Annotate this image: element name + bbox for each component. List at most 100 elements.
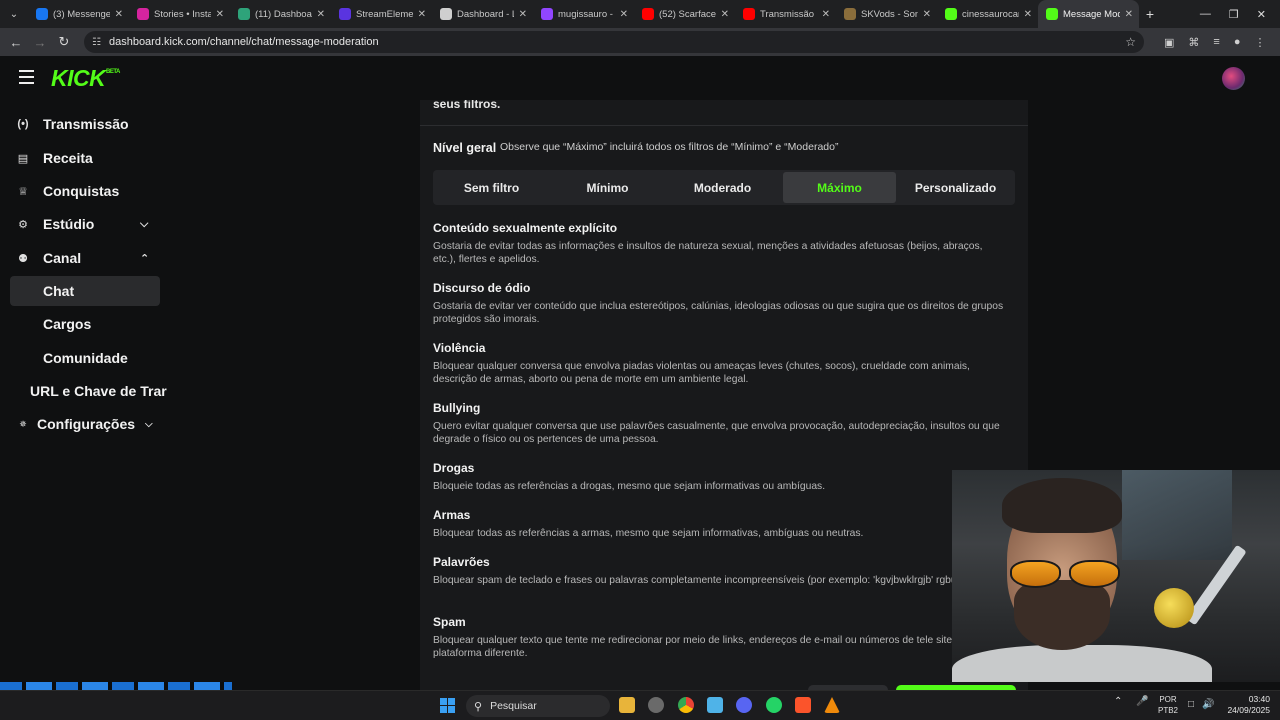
back-icon[interactable]: ← (4, 35, 28, 50)
tab-close-icon[interactable]: ✕ (1024, 9, 1032, 20)
studio-icon: ⚙ (18, 218, 28, 231)
keyboard-layout: PTB2 (1158, 706, 1179, 715)
tab-search-icon[interactable]: ⌄ (0, 0, 28, 28)
avatar[interactable] (1222, 67, 1245, 90)
category-description: Bloquear qualquer texto que tente me red… (433, 635, 967, 660)
category-description: Bloquear spam de teclado e frases ou pal… (433, 575, 965, 586)
forward-icon[interactable]: → (28, 35, 52, 50)
windows-start-icon[interactable] (440, 698, 455, 713)
tab-close-icon[interactable]: ✕ (418, 9, 426, 20)
sidebar-item-label: Receita (43, 150, 93, 166)
browser-tab[interactable]: SKVods - Song ✕ (836, 0, 937, 28)
tab-close-icon[interactable]: ✕ (216, 9, 224, 20)
browser-tab[interactable]: Dashboard - L ✕ (432, 0, 533, 28)
chrome-icon[interactable] (678, 697, 694, 713)
sidebar-item-url-chave[interactable]: URL e Chave de Trar (0, 376, 170, 406)
sidebar-item-configuracoes[interactable]: ✵ Configurações ⌵ (0, 409, 170, 439)
broadcast-icon: (•) (17, 118, 29, 130)
category-title: Conteúdo sexualmente explícito (433, 221, 618, 235)
browser-tab[interactable]: (11) Dashboard ✕ (230, 0, 331, 28)
browser-toolbar: ← → ↻ ☷ dashboard.kick.com/channel/chat/… (0, 28, 1280, 56)
sidebar-item-estudio[interactable]: ⚙ Estúdio ⌵ (0, 209, 170, 239)
tab-close-icon[interactable]: ✕ (1125, 9, 1133, 20)
channel-icon: ⚉ (18, 252, 28, 265)
window-controls: — ❐ ✕ (1200, 8, 1280, 21)
minimize-icon[interactable]: — (1200, 8, 1211, 21)
level-maximo-button[interactable]: Máximo (783, 172, 896, 203)
chevron-down-icon: ⌵ (145, 418, 153, 430)
site-info-icon[interactable]: ☷ (92, 37, 101, 48)
browser-tab[interactable]: cinessaurocane ✕ (937, 0, 1038, 28)
profile-icon[interactable]: ● (1234, 36, 1241, 49)
microphone-icon[interactable]: 🎤 (1136, 696, 1148, 707)
sidebar-item-chat[interactable]: Chat (10, 276, 160, 306)
background-poster (1122, 470, 1232, 560)
divider (420, 125, 1028, 126)
obs-icon[interactable] (648, 697, 664, 713)
close-window-icon[interactable]: ✕ (1257, 8, 1266, 21)
clock[interactable]: 03:40 24/09/2025 (1226, 694, 1270, 716)
address-bar[interactable]: ☷ dashboard.kick.com/channel/chat/messag… (84, 31, 1144, 53)
tab-favicon-icon (238, 8, 250, 20)
sidebar-item-conquistas[interactable]: ♕ Conquistas (0, 176, 170, 206)
category-description: Gostaria de evitar todas as informações … (433, 241, 983, 266)
browser-tab[interactable]: (3) Messenger ✕ (28, 0, 129, 28)
whatsapp-icon[interactable] (766, 697, 782, 713)
category-title: Discurso de ódio (433, 281, 531, 295)
language-indicator[interactable]: POR PTB2 (1158, 694, 1178, 716)
chevron-up-icon[interactable]: ⌃ (1114, 696, 1122, 707)
puzzle-icon[interactable]: ⌘ (1188, 36, 1199, 49)
sidebar-item-receita[interactable]: ▤ Receita (0, 143, 170, 173)
vlc-icon[interactable] (824, 697, 840, 713)
level-minimo-button[interactable]: Mínimo (551, 172, 664, 203)
kick-logo[interactable]: KICK BETA (51, 65, 120, 92)
menu-icon[interactable]: ⋮ (1254, 36, 1265, 49)
level-selector: Sem filtro Mínimo Moderado Máximo Person… (433, 170, 1015, 205)
tab-close-icon[interactable]: ✕ (519, 9, 527, 20)
browser-tab[interactable]: Transmissão ao ✕ (735, 0, 836, 28)
level-moderado-button[interactable]: Moderado (666, 172, 779, 203)
tab-close-icon[interactable]: ✕ (317, 9, 325, 20)
browser-tab[interactable]: StreamElement ✕ (331, 0, 432, 28)
tab-close-icon[interactable]: ✕ (822, 9, 830, 20)
sidebar-item-label: Estúdio (43, 216, 95, 232)
category-bullying: Bullying Quero evitar qualquer conversa … (433, 401, 1008, 447)
discord-icon[interactable] (736, 697, 752, 713)
volume-icon[interactable]: 🔊 (1202, 699, 1214, 710)
browser-tab[interactable]: Message Mode ✕ (1038, 0, 1139, 28)
browser-tab-strip: ⌄ (3) Messenger✕Stories • Instag✕(11) Da… (0, 0, 1280, 28)
sidebar-item-canal[interactable]: ⚉ Canal ⌃ (0, 243, 170, 273)
extensions-area: ▣ ⌘ ≡ ● ⋮ (1164, 36, 1265, 49)
taskbar-search[interactable]: ⚲ Pesquisar (466, 695, 610, 717)
tab-close-icon[interactable]: ✕ (115, 9, 123, 20)
bookmark-star-icon[interactable]: ☆ (1125, 35, 1136, 49)
notepad-icon[interactable] (707, 697, 723, 713)
browser-tab[interactable]: Stories • Instag ✕ (129, 0, 230, 28)
new-tab-button[interactable]: + (1139, 6, 1161, 22)
restore-icon[interactable]: ❐ (1229, 8, 1239, 21)
browser-tab[interactable]: mugissauro - T ✕ (533, 0, 634, 28)
sidebar-item-label: Conquistas (43, 183, 120, 199)
logo-text: KICK (51, 65, 106, 91)
trophy-icon: ♕ (18, 185, 28, 198)
network-icon[interactable]: □ (1188, 699, 1194, 710)
reload-icon[interactable]: ↻ (52, 34, 76, 50)
sidebar-item-cargos[interactable]: Cargos (0, 309, 170, 339)
sidebar-item-label: Chat (43, 283, 75, 299)
sidebar-item-transmissao[interactable]: (•) Transmissão (0, 109, 170, 139)
hamburger-menu-icon[interactable] (19, 70, 34, 84)
tab-close-icon[interactable]: ✕ (721, 9, 729, 20)
tab-close-icon[interactable]: ✕ (620, 9, 628, 20)
browser-tab[interactable]: (52) Scarface p ✕ (634, 0, 735, 28)
category-drugs: Drogas Bloqueie todas as referências a d… (433, 461, 1008, 493)
file-explorer-icon[interactable] (619, 697, 635, 713)
sidebar-item-comunidade[interactable]: Comunidade (0, 343, 170, 373)
category-spam: Spam Bloquear qualquer texto que tente m… (433, 615, 1008, 661)
level-sem-filtro-button[interactable]: Sem filtro (435, 172, 548, 203)
extension-icon[interactable]: ▣ (1164, 36, 1174, 49)
brave-icon[interactable] (795, 697, 811, 713)
tab-close-icon[interactable]: ✕ (923, 9, 931, 20)
category-violence: Violência Bloquear qualquer conversa que… (433, 341, 1008, 387)
media-icon[interactable]: ≡ (1213, 36, 1219, 49)
level-personalizado-button[interactable]: Personalizado (898, 172, 1013, 203)
